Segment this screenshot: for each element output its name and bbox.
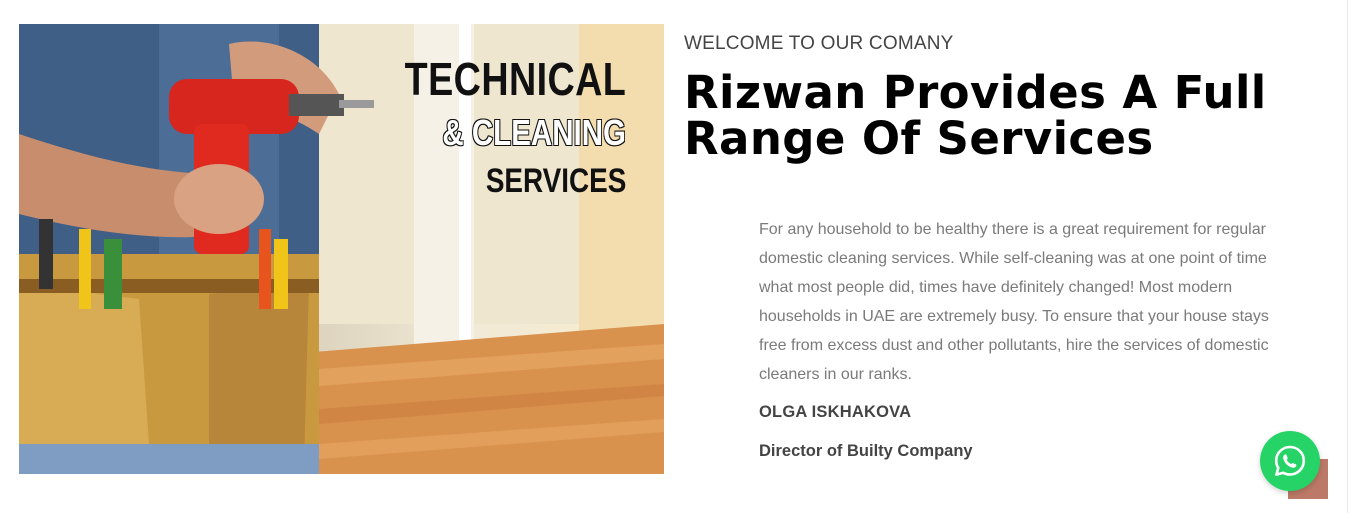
author-name: OLGA ISKHAKOVA <box>759 403 912 421</box>
hero-title-services: SERVICES <box>485 162 626 200</box>
author-role: Director of Builty Company <box>759 442 973 460</box>
whatsapp-icon <box>1274 445 1306 476</box>
page: TECHNICAL & CLEANING SERVICES WELCOME TO… <box>0 0 1349 513</box>
page-edge-divider <box>1347 0 1348 513</box>
section-headline: Rizwan Provides A Full Range Of Services <box>684 66 1267 165</box>
section-eyebrow: WELCOME TO OUR COMANY <box>684 33 954 54</box>
whatsapp-chat-button[interactable] <box>1260 431 1320 491</box>
hero-image: TECHNICAL & CLEANING SERVICES <box>19 24 664 474</box>
hero-title-technical: TECHNICAL <box>404 53 626 105</box>
section-body-text: For any household to be healthy there is… <box>759 221 1269 383</box>
hero-title-cleaning: & CLEANING <box>442 111 627 154</box>
